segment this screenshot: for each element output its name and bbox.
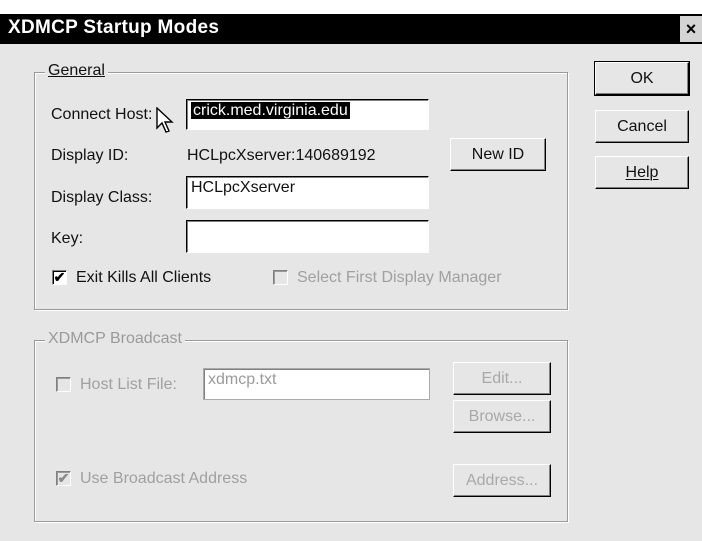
- new-id-button-label: New ID: [471, 146, 525, 163]
- address-button-label: Address...: [465, 472, 539, 489]
- title-bar[interactable]: XDMCP Startup Modes ×: [0, 14, 702, 44]
- host-list-label: Host List File:: [80, 376, 177, 393]
- display-class-label: Display Class:: [51, 189, 153, 206]
- select-first-label: Select First Display Manager: [297, 269, 502, 286]
- edit-button[interactable]: Edit...: [453, 362, 551, 395]
- connect-host-value: crick.med.virginia.edu: [191, 102, 350, 119]
- general-legend: General: [45, 62, 108, 80]
- help-button-label: Help: [625, 164, 659, 181]
- connect-host-input[interactable]: crick.med.virginia.edu: [186, 99, 429, 130]
- edit-button-label: Edit...: [481, 370, 523, 387]
- use-broadcast-label: Use Broadcast Address: [80, 470, 248, 487]
- cancel-button-label: Cancel: [617, 118, 667, 135]
- select-first-checkbox[interactable]: [273, 270, 288, 285]
- mouse-pointer-icon: [156, 107, 174, 133]
- address-button[interactable]: Address...: [453, 464, 551, 497]
- connect-host-label: Connect Host:: [51, 106, 153, 123]
- display-id-value: HCLpcXserver:140689192: [187, 147, 376, 164]
- new-id-button[interactable]: New ID: [450, 138, 546, 171]
- host-list-input[interactable]: xdmcp.txt: [203, 368, 430, 400]
- key-label: Key:: [51, 230, 84, 247]
- help-button[interactable]: Help: [595, 156, 689, 189]
- display-class-input[interactable]: HCLpcXserver: [186, 176, 429, 209]
- ok-button[interactable]: OK: [594, 61, 690, 96]
- browse-button[interactable]: Browse...: [453, 400, 551, 433]
- cancel-button[interactable]: Cancel: [595, 110, 689, 143]
- window-title: XDMCP Startup Modes: [8, 17, 220, 38]
- dialog-client-area: General Connect Host: crick.med.virginia…: [0, 44, 702, 541]
- host-list-checkbox[interactable]: [56, 377, 71, 392]
- display-id-label: Display ID:: [51, 147, 129, 164]
- use-broadcast-checkbox[interactable]: ✔: [56, 471, 71, 486]
- close-icon[interactable]: ×: [680, 16, 702, 42]
- dialog-window: XDMCP Startup Modes × General Connect Ho…: [0, 0, 702, 541]
- broadcast-legend: XDMCP Broadcast: [45, 330, 185, 348]
- exit-kills-checkbox[interactable]: ✔: [52, 270, 67, 285]
- ok-button-label: OK: [630, 70, 654, 87]
- browse-button-label: Browse...: [468, 408, 536, 425]
- key-input[interactable]: [186, 220, 429, 253]
- exit-kills-label: Exit Kills All Clients: [76, 269, 212, 286]
